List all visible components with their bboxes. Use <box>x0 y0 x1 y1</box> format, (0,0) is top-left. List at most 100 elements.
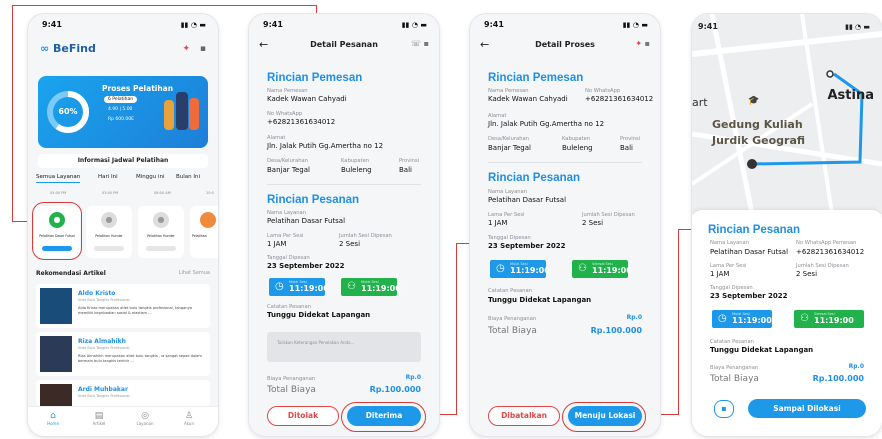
schedule-title: Informasi Jadwal Pelatihan <box>38 154 208 168</box>
order-note: Tunggu Didekat Lapangan <box>267 311 371 319</box>
label: Biaya Penanganan <box>267 376 316 382</box>
order-sheet: Rincian Pesanan Nama Layanan Pelatihan D… <box>692 210 882 436</box>
nav-layanan[interactable]: ◎ Layanan <box>134 411 156 426</box>
connector-line <box>456 243 470 244</box>
label: Biaya Penanganan <box>488 316 537 322</box>
village: Banjar Tegal <box>267 166 310 174</box>
users-icon: ⚇ <box>800 313 809 324</box>
connector-line <box>678 229 679 415</box>
arrived-button[interactable]: Sampai Dilokasi <box>748 399 866 418</box>
connector-line <box>12 5 317 6</box>
cancel-button[interactable]: Dibatalkan <box>488 406 560 426</box>
stat-price: Rp 600.00E <box>108 117 135 122</box>
list-item[interactable]: Ardi Muhbakar Atlet Bulu Tangkis Profesi… <box>36 380 210 406</box>
stat-rating: 4.90 | 5.00 <box>108 107 133 112</box>
page-title: Detail Pesanan <box>310 40 378 49</box>
page-title: Detail Proses <box>535 40 595 49</box>
label: No WhatsApp <box>585 88 621 94</box>
label: Lama Per Sesi <box>267 233 304 239</box>
service-card-title: Pelatihan Hunder <box>95 234 123 238</box>
progress-card[interactable]: 60% Proses Pelatihan 6 Pelatihan 4.90 | … <box>38 76 208 148</box>
list-item[interactable]: Riza Almahikh Atlet Bulu Tangkis Profesi… <box>36 332 210 376</box>
map-label: Gedung Kuliah <box>712 118 803 131</box>
nav-home[interactable]: ⌂ Home <box>42 411 64 426</box>
nav-label: Akun <box>184 421 194 426</box>
phone-detail-pesanan: 9:41 ▮▮ ◔ ▬ ← Detail Pesanan ☏ ▪ Rincian Pe… <box>249 14 439 436</box>
clock-icon: ◷ <box>718 313 727 324</box>
article-role: Atlet Bulu Tangkis Profesional <box>78 298 130 302</box>
user-icon: ♙ <box>184 411 194 421</box>
app-logo: ∞ BeFind <box>40 42 96 55</box>
province: Bali <box>399 166 412 174</box>
map-roads <box>692 14 882 214</box>
map-view[interactable]: 9:41 ▮▮ ◔ ▬ art 🎓 Astina Gedung Kuliah J… <box>692 14 882 214</box>
service-name: Pelatihan Dasar Futsal <box>488 196 567 204</box>
map-label: art <box>692 96 708 109</box>
users-icon: ⚇ <box>347 281 356 292</box>
section-title-pesanan: Rincian Pesanan <box>488 172 581 184</box>
tab-bulan-ini[interactable]: Bulan Ini <box>176 174 200 180</box>
nav-artikel[interactable]: ▤ Artikel <box>88 411 110 426</box>
order-date: 23 September 2022 <box>488 242 566 250</box>
service-card-title: Pelatihan <box>192 234 207 238</box>
chat-icon: ▪ <box>721 404 727 413</box>
handling-fee: Rp.0 <box>848 363 864 370</box>
article-role: Atlet Bulu Tangkis Profesional <box>78 394 130 398</box>
status-bar: 9:41 ▮▮ ◔ ▬ <box>484 20 648 32</box>
handling-fee: Rp.0 <box>626 314 642 321</box>
address: Jln. Jalak Putih Gg.Amertha no 12 <box>488 120 605 128</box>
signal-icon: ▮▮ ◔ ▬ <box>845 23 870 31</box>
list-item[interactable]: Aldo Kristo Atlet Bulu Tangkis Profesion… <box>36 284 210 328</box>
nav-label: Layanan <box>136 421 154 426</box>
signal-icon: ▮▮ ◔ ▬ <box>180 21 206 29</box>
session-count: 2 Sesi <box>339 240 361 248</box>
tab-semua[interactable]: Semua Layanan <box>36 174 81 183</box>
session-time: 11:19:00 <box>289 284 329 293</box>
clock-icon: ◷ <box>275 281 284 292</box>
session-time: 11:19:00 <box>361 284 401 293</box>
label: Provinsi <box>620 136 641 142</box>
label: Nama Pemesan <box>267 88 308 94</box>
customer-name: Kadek Wawan Cahyadi <box>267 95 347 103</box>
sport-icon: ● <box>101 212 117 228</box>
header: ← Detail Pesanan ☏ ▪ <box>259 38 429 56</box>
reject-button[interactable]: Ditolak <box>267 406 339 426</box>
chat-icon[interactable]: ▪ <box>200 44 206 54</box>
reject-reason-input[interactable]: Tuliskan Keterangan Penolakan Anda... <box>267 332 421 362</box>
connector-line <box>678 229 692 230</box>
connector-line <box>12 5 13 221</box>
phone-chat-icon[interactable]: ☏ ▪ <box>411 39 429 48</box>
session-end: ⚇ Mulai Sesi 11:19:00 <box>341 278 401 296</box>
see-all-link[interactable]: Lihat Semua <box>179 270 210 276</box>
service-card[interactable]: Pelatihan <box>190 206 218 258</box>
tab-hari-ini[interactable]: Hari Ini <box>98 174 118 180</box>
label: Nama Pemesan <box>488 88 529 94</box>
village: Banjar Tegal <box>488 144 531 152</box>
time-label: 08:00 AM <box>154 191 171 195</box>
label: Kabupaten <box>341 158 370 164</box>
tab-minggu-ini[interactable]: Minggu ini <box>136 174 165 180</box>
service-card-title: Pelatihan Hunder <box>147 234 175 238</box>
service-card[interactable]: ● Pelatihan Hunder <box>86 206 132 258</box>
label: Provinsi <box>399 158 420 164</box>
chat-button[interactable]: ▪ <box>714 400 734 418</box>
section-title-pesanan: Rincian Pesanan <box>708 224 801 236</box>
highlight-ring <box>32 202 82 260</box>
total-label: Total Biaya <box>710 374 759 384</box>
infinity-icon: ∞ <box>40 42 50 55</box>
service-card[interactable]: ● Pelatihan Hunder <box>138 206 184 258</box>
notification-chat-icon[interactable]: ✦ ▪ <box>635 39 650 48</box>
session-time: 11:19:00 <box>510 266 550 275</box>
app-name: BeFind <box>53 42 96 55</box>
time-label: 10:0 <box>206 191 214 195</box>
notification-icon[interactable]: ✦ <box>182 44 190 54</box>
label: Catatan Pesanan <box>488 288 532 294</box>
stat-pelatihan: 6 Pelatihan <box>104 96 138 103</box>
session-start: ◷ Mulai Sesi 11:19:00 <box>490 260 550 278</box>
label: No WhatsApp <box>267 111 303 117</box>
service-name: Pelatihan Dasar Futsal <box>267 217 346 225</box>
label: Catatan Pesanan <box>267 304 311 310</box>
customer-name: Kadek Wawan Cahyadi <box>488 95 568 103</box>
nav-akun[interactable]: ♙ Akun <box>178 411 200 426</box>
article-author: Riza Almahikh <box>78 338 126 345</box>
